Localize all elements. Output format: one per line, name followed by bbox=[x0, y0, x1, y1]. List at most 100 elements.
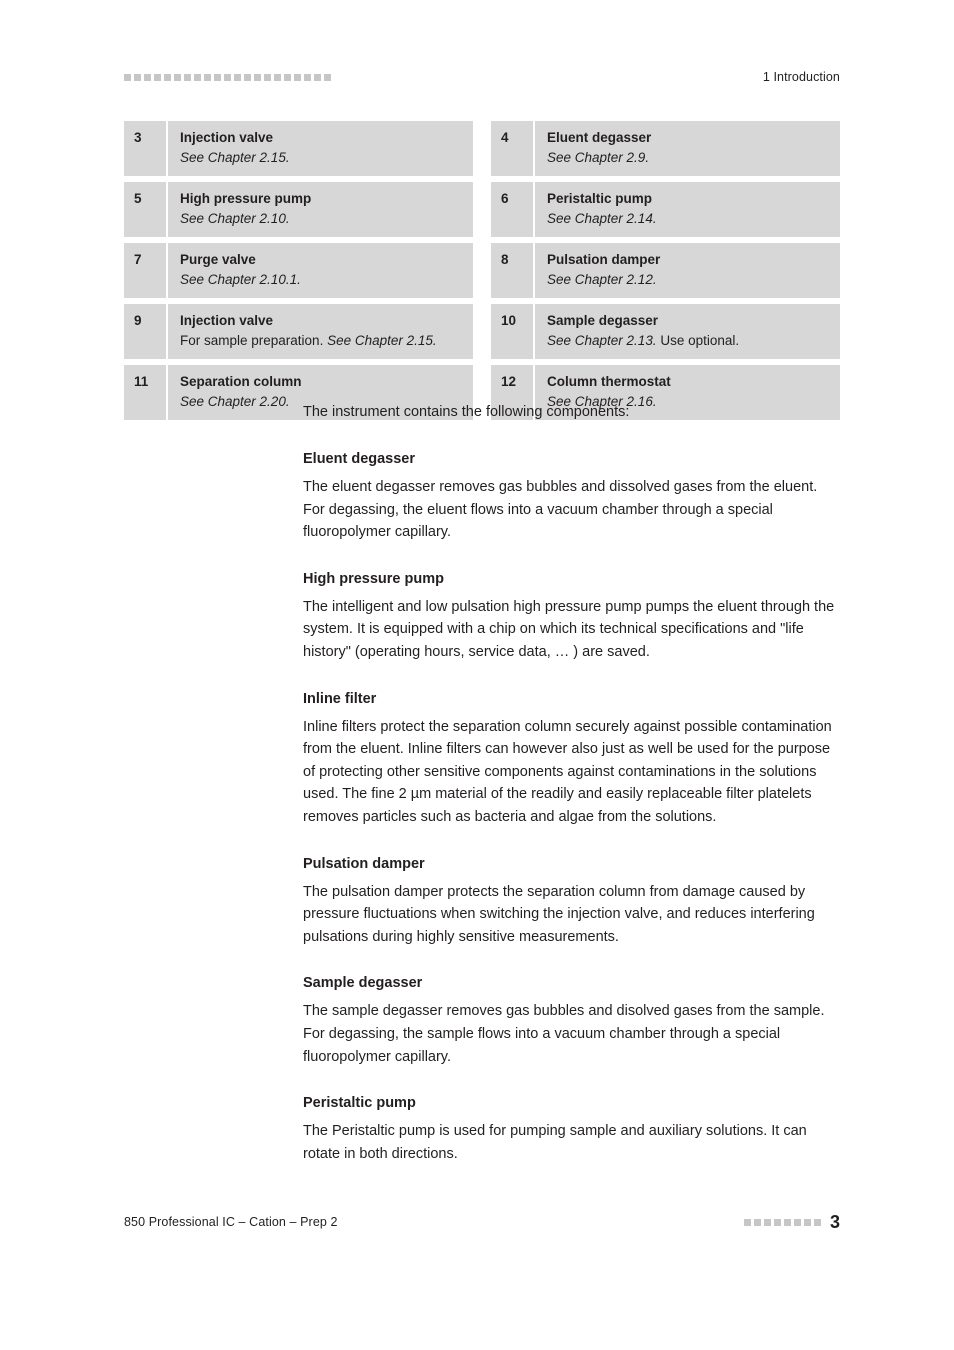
legend-row-number: 10 bbox=[491, 304, 535, 359]
legend-row: 8 Pulsation damper See Chapter 2.12. bbox=[491, 243, 840, 298]
section-paragraph: The intelligent and low pulsation high p… bbox=[303, 598, 835, 660]
rule-square-icon bbox=[284, 73, 291, 81]
rule-square-icon bbox=[234, 73, 241, 81]
rule-square-icon bbox=[154, 73, 161, 81]
rule-square-icon bbox=[244, 73, 251, 81]
legend-reference-chapter: See Chapter 2.20. bbox=[180, 394, 290, 409]
header-square-rule-icon bbox=[124, 73, 331, 81]
legend-row-title: Pulsation damper bbox=[547, 252, 661, 267]
legend-reference-suffix: Use optional. bbox=[656, 333, 740, 348]
rule-square-icon bbox=[214, 73, 221, 81]
legend-row-reference: See Chapter 2.15. bbox=[180, 148, 465, 168]
page-number: 3 bbox=[829, 1212, 840, 1232]
legend-row-reference: For sample preparation. See Chapter 2.15… bbox=[180, 331, 465, 351]
legend-row-body: Sample degasser See Chapter 2.13. Use opt… bbox=[535, 304, 840, 359]
document-page: 1 Introduction 3 Injection valve See Chapt… bbox=[0, 0, 954, 1350]
legend-row-number: 7 bbox=[124, 243, 168, 298]
legend-row-number: 5 bbox=[124, 182, 168, 237]
running-footer: 850 Professional IC – Cation – Prep 2 3 bbox=[124, 1211, 840, 1233]
legend-row-body: Eluent degasser See Chapter 2.9. bbox=[535, 121, 840, 176]
rule-square-icon bbox=[194, 73, 201, 81]
legend-row: 5 High pressure pump See Chapter 2.10. bbox=[124, 182, 473, 237]
legend-row-title: Sample degasser bbox=[547, 313, 659, 328]
section-heading: Sample degasser bbox=[303, 975, 423, 992]
legend-row-body: Injection valve For sample preparation. S… bbox=[168, 304, 473, 359]
section-paragraph: The Peristaltic pump is used for pumping… bbox=[303, 1123, 807, 1162]
legend-reference-chapter: See Chapter 2.10. bbox=[180, 211, 290, 226]
section-paragraph: The sample degasser removes gas bubbles … bbox=[303, 1003, 825, 1065]
rule-square-icon bbox=[224, 73, 231, 81]
rule-square-icon bbox=[124, 73, 131, 81]
legend-column-right: 4 Eluent degasser See Chapter 2.9. 6 Perista… bbox=[491, 121, 840, 420]
rule-square-icon bbox=[304, 73, 311, 81]
legend-row-body: Pulsation damper See Chapter 2.12. bbox=[535, 243, 840, 298]
rule-square-icon bbox=[314, 73, 321, 81]
legend-row-title: Column thermostat bbox=[547, 374, 671, 389]
legend-row: 3 Injection valve See Chapter 2.15. bbox=[124, 121, 473, 176]
legend-row-reference: See Chapter 2.10.1. bbox=[180, 270, 465, 290]
content-section: Sample degasser The sample degasser remov… bbox=[303, 973, 840, 1068]
section-heading: High pressure pump bbox=[303, 570, 444, 587]
rule-square-icon bbox=[264, 73, 271, 81]
footer-square-rule-icon bbox=[743, 1218, 821, 1226]
rule-square-icon bbox=[164, 73, 171, 81]
content-section: Inline filter Inline filters protect the … bbox=[303, 689, 840, 829]
legend-reference-chapter: See Chapter 2.15. bbox=[327, 333, 437, 348]
running-header: 1 Introduction bbox=[124, 66, 840, 88]
legend-row-body: High pressure pump See Chapter 2.10. bbox=[168, 182, 473, 237]
rule-square-icon bbox=[793, 1218, 801, 1226]
legend-row: 9 Injection valve For sample preparation. … bbox=[124, 304, 473, 359]
legend-row-reference: See Chapter 2.13. Use optional. bbox=[547, 331, 832, 351]
legend-row-title: High pressure pump bbox=[180, 191, 312, 206]
intro-paragraph: The instrument contains the following co… bbox=[303, 404, 630, 420]
rule-square-icon bbox=[743, 1218, 751, 1226]
footer-page-group: 3 bbox=[743, 1212, 840, 1232]
rule-square-icon bbox=[753, 1218, 761, 1226]
legend-row: 6 Peristaltic pump See Chapter 2.14. bbox=[491, 182, 840, 237]
section-heading: Eluent degasser bbox=[303, 451, 416, 467]
legend-row-reference: See Chapter 2.10. bbox=[180, 209, 465, 229]
rule-square-icon bbox=[144, 73, 151, 81]
rule-square-icon bbox=[294, 73, 301, 81]
rule-square-icon bbox=[813, 1218, 821, 1226]
legend-row-number: 3 bbox=[124, 121, 168, 176]
legend-reference-chapter: See Chapter 2.13. bbox=[547, 333, 657, 348]
rule-square-icon bbox=[803, 1218, 811, 1226]
legend-row: 10 Sample degasser See Chapter 2.13. Use o… bbox=[491, 304, 840, 359]
rule-square-icon bbox=[773, 1218, 781, 1226]
legend-reference-prefix: For sample preparation. bbox=[180, 333, 328, 348]
legend-row-title: Peristaltic pump bbox=[547, 191, 653, 206]
legend-row-body: Purge valve See Chapter 2.10.1. bbox=[168, 243, 473, 298]
section-heading: Pulsation damper bbox=[303, 855, 425, 872]
section-paragraph: Inline filters protect the separation co… bbox=[303, 718, 832, 825]
content-section: High pressure pump The intelligent and lo… bbox=[303, 569, 840, 664]
legend-row-number: 6 bbox=[491, 182, 535, 237]
legend-reference-chapter: See Chapter 2.12. bbox=[547, 272, 657, 287]
legend-reference-chapter: See Chapter 2.15. bbox=[180, 150, 290, 165]
rule-square-icon bbox=[184, 73, 191, 81]
legend-row-title: Eluent degasser bbox=[547, 130, 652, 145]
content-section: Eluent degasser The eluent degasser remov… bbox=[303, 449, 840, 544]
legend-row-number: 9 bbox=[124, 304, 168, 359]
content-section: Pulsation damper The pulsation damper pro… bbox=[303, 854, 840, 949]
legend-row-body: Injection valve See Chapter 2.15. bbox=[168, 121, 473, 176]
section-paragraph: The eluent degasser removes gas bubbles … bbox=[303, 479, 818, 541]
legend-row-reference: See Chapter 2.14. bbox=[547, 209, 832, 229]
legend-row: 4 Eluent degasser See Chapter 2.9. bbox=[491, 121, 840, 176]
rule-square-icon bbox=[783, 1218, 791, 1226]
legend-column-left: 3 Injection valve See Chapter 2.15. 5 High p… bbox=[124, 121, 473, 420]
legend-reference-chapter: See Chapter 2.14. bbox=[547, 211, 657, 226]
legend-reference-chapter: See Chapter 2.10.1. bbox=[180, 272, 301, 287]
legend-reference-chapter: See Chapter 2.9. bbox=[547, 150, 650, 165]
content-section: Peristaltic pump The Peristaltic pump is … bbox=[303, 1093, 840, 1165]
legend-row-title: Injection valve bbox=[180, 130, 274, 145]
section-heading: Peristaltic pump bbox=[303, 1095, 416, 1112]
main-content: The instrument contains the following co… bbox=[303, 401, 840, 1165]
sections-container: Eluent degasser The eluent degasser remov… bbox=[303, 449, 840, 1165]
section-paragraph: The pulsation damper protects the separa… bbox=[303, 883, 815, 945]
legend-row-body: Peristaltic pump See Chapter 2.14. bbox=[535, 182, 840, 237]
footer-document-title: 850 Professional IC – Cation – Prep 2 bbox=[124, 1215, 338, 1229]
legend-row-number: 8 bbox=[491, 243, 535, 298]
legend-row-title: Purge valve bbox=[180, 252, 256, 267]
rule-square-icon bbox=[134, 73, 141, 81]
